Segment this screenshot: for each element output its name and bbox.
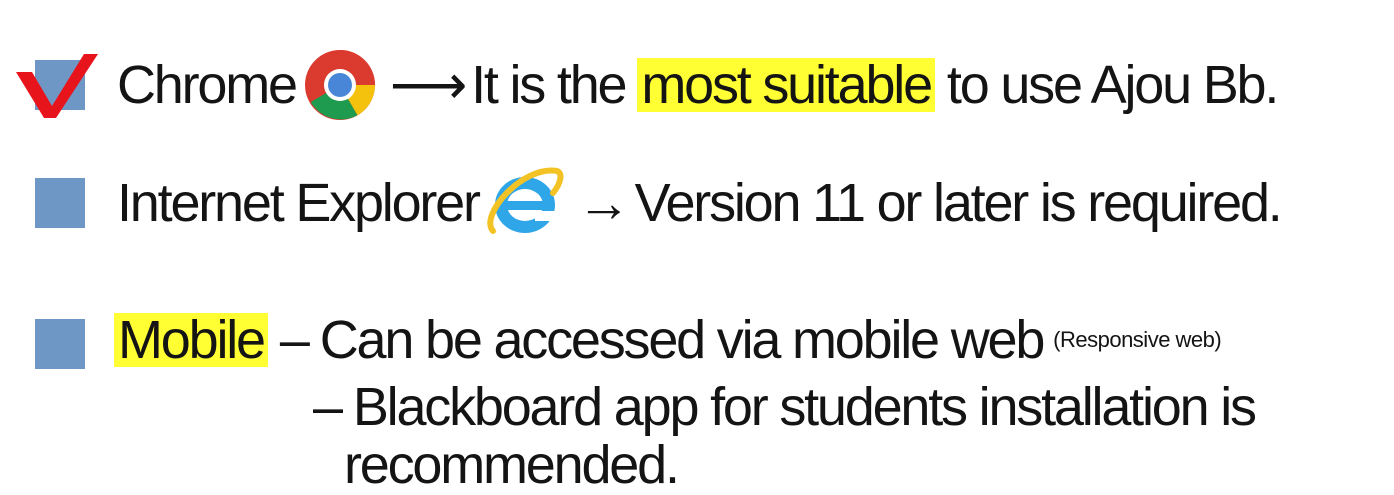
chrome-pre: It is the	[471, 55, 627, 115]
recommended-text: recommended.	[344, 435, 680, 495]
bullet-square	[35, 178, 85, 228]
chrome-post: to use Ajou Bb.	[946, 55, 1279, 115]
chrome-text: Chrome ⟶ It is the most suitable to use …	[117, 40, 1279, 130]
mobile-text: Mobile – Can be accessed via mobile web …	[112, 305, 1222, 375]
internet-explorer-icon	[487, 167, 564, 234]
highlight-mobile: Mobile	[114, 313, 268, 367]
highlight-most-suitable: most suitable	[637, 58, 935, 112]
arrow: ⟶	[389, 55, 467, 115]
chrome-icon	[304, 50, 375, 120]
mobile-sub-line: – Blackboard app for students installatio…	[313, 377, 1257, 437]
mobile-access-text: Can be accessed via mobile web	[319, 310, 1046, 370]
chrome-label: Chrome	[117, 55, 298, 115]
arrow: →	[576, 173, 631, 233]
dash: –	[279, 310, 310, 370]
ie-text: Internet Explorer → Version 11 or later …	[117, 158, 1283, 248]
responsive-web-note: (Responsive web)	[1053, 327, 1222, 352]
blackboard-app-text: Blackboard app for students installation…	[352, 377, 1257, 437]
mobile-sub-line-2: recommended.	[344, 435, 680, 495]
ie-label: Internet Explorer	[117, 173, 481, 233]
checkmark-icon	[16, 54, 98, 118]
bullet-square	[35, 319, 85, 369]
dash: –	[313, 377, 343, 437]
ie-requirement: Version 11 or later is required.	[634, 173, 1283, 233]
